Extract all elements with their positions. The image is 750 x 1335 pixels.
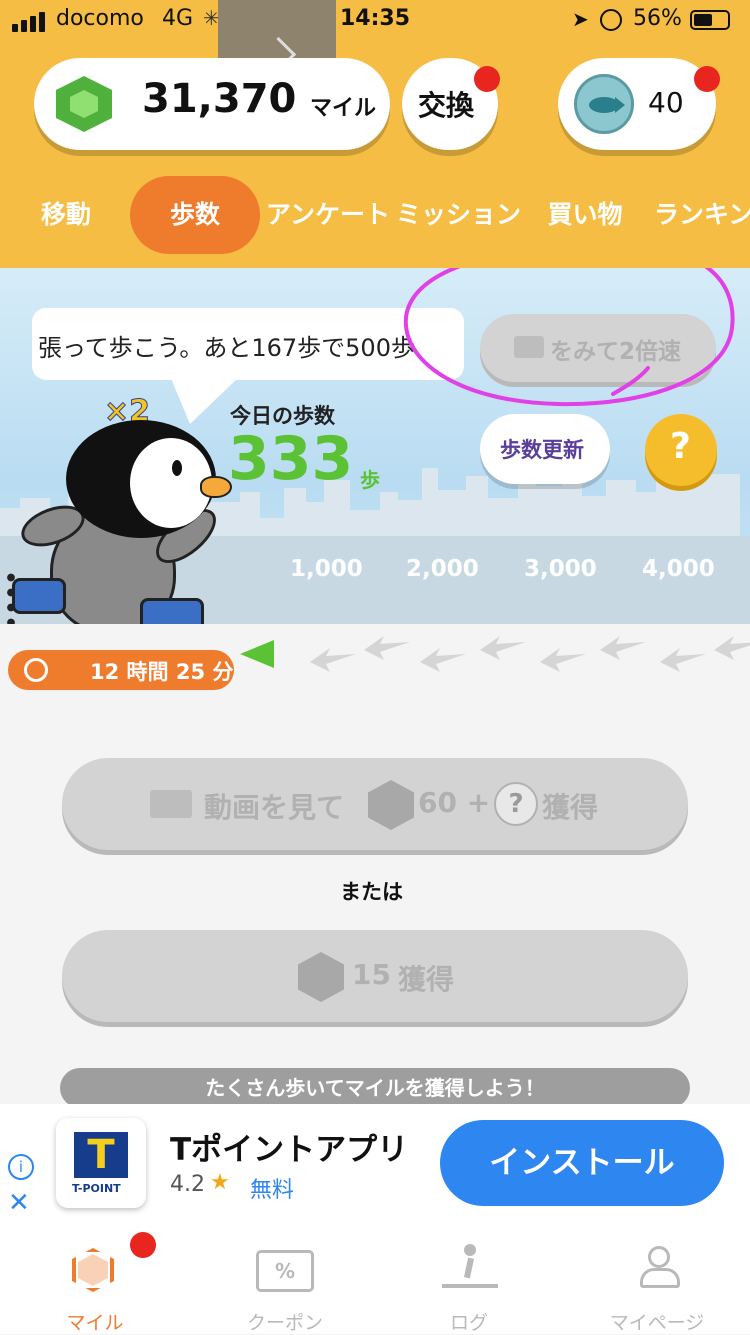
tab-steps[interactable]: 歩数 [130, 176, 260, 254]
star-icon: ★ [210, 1170, 230, 1195]
carrier-name: docomo [56, 6, 144, 31]
miles-unit: マイル [310, 96, 377, 121]
rotation-lock-icon [600, 9, 622, 31]
video-reward-value: 60 + [418, 786, 491, 819]
gem-icon [298, 952, 344, 1002]
penguin-mascot [0, 408, 240, 624]
milestone-2000: 2,000 [406, 556, 479, 582]
video-acquire-text: 獲得 [542, 791, 599, 824]
speech-text: 張って歩こう。あと167歩で500歩 [38, 334, 415, 362]
video-icon [150, 790, 192, 818]
timer-badge: 12 時間 25 分 [8, 650, 234, 690]
tab-mission[interactable]: ミッション [396, 180, 521, 250]
tab-shopping[interactable]: 買い物 [540, 180, 630, 250]
update-steps-button[interactable]: 歩数更新 [480, 414, 610, 484]
steps-scene: 張って歩こう。あと167歩で500歩 をみて2倍速 ×2 今日の歩数 333 歩… [0, 268, 750, 624]
claim-text: 獲得 [398, 963, 455, 996]
ad-rating: 4.2 [170, 1172, 205, 1197]
tab-ranking[interactable]: ランキン [654, 180, 750, 250]
ad-banner[interactable]: i ✕ T T-POINT Tポイントアプリ 4.2 ★ 無料 インストール [0, 1104, 750, 1228]
claim-reward-button[interactable]: 15 獲得 [62, 930, 688, 1022]
annotation-circle [403, 268, 735, 407]
fish-coin-icon [574, 74, 634, 134]
steps-unit: 歩 [360, 468, 380, 492]
nav-item-coupon[interactable]: % クーポン [210, 1228, 360, 1334]
tab-move[interactable]: 移動 [12, 180, 120, 250]
coin-balance[interactable]: 40 [558, 58, 716, 150]
location-icon: ➤ [572, 7, 589, 31]
install-button[interactable]: インストール [440, 1120, 724, 1206]
timer-text: 12 時間 25 分 [90, 660, 234, 684]
claim-value: 15 [352, 958, 391, 991]
miles-balance[interactable]: 31,370 マイル [34, 58, 390, 150]
exchange-notification-dot [474, 66, 500, 92]
milestone-3000: 3,000 [524, 556, 597, 582]
progress-start-marker [240, 640, 274, 668]
network-type: 4G [162, 6, 194, 31]
miles-value: 31,370 [142, 76, 297, 122]
footprints [310, 636, 750, 672]
watch-video-text: 動画を見て [204, 791, 345, 824]
clock: 14:35 [340, 6, 411, 31]
tip-banner: たくさん歩いてマイルを獲得しよう！ [60, 1068, 690, 1108]
signal-icon [12, 12, 48, 32]
milestone-4000: 4,000 [642, 556, 715, 582]
coin-notification-dot [694, 66, 720, 92]
install-label: インストール [489, 1145, 675, 1181]
status-bar: docomo 4G ✳ 14:35 ➤ 56% [0, 0, 750, 42]
ad-app-name: Tポイントアプリ [170, 1132, 409, 1168]
nav-item-mypage[interactable]: マイページ [582, 1228, 732, 1334]
ad-info-icon[interactable]: i [8, 1154, 34, 1180]
update-steps-label: 歩数更新 [500, 438, 584, 462]
watch-video-reward-button[interactable]: 動画を見て 60 + ? 獲得 [62, 758, 688, 850]
miles-nav-notification-dot [130, 1232, 156, 1258]
nav-item-log[interactable]: ログ [394, 1228, 544, 1334]
tpoint-logo: T T-POINT [56, 1118, 146, 1208]
mystery-bonus-icon: ? [494, 782, 538, 826]
or-text: または [340, 880, 403, 904]
ad-close-icon[interactable]: ✕ [8, 1188, 30, 1218]
tip-banner-text: たくさん歩いてマイルを獲得しよう！ [205, 1076, 545, 1100]
tab-survey[interactable]: アンケート [266, 180, 390, 250]
help-icon: ? [670, 426, 691, 467]
exchange-label: 交換 [418, 89, 475, 122]
gem-icon [368, 780, 414, 830]
walker-icon [442, 1244, 498, 1288]
battery-percent: 56% [633, 6, 682, 31]
coupon-icon: % [256, 1250, 314, 1292]
milestone-1000: 1,000 [290, 556, 363, 582]
ad-price: 無料 [250, 1178, 295, 1203]
category-tabs: 移動 歩数 アンケート ミッション 買い物 ランキン [0, 176, 750, 254]
stopwatch-icon [24, 658, 48, 682]
user-icon [640, 1246, 680, 1288]
steps-value: 333 [228, 424, 354, 494]
bottom-nav: マイル % クーポン ログ マイページ [0, 1228, 750, 1334]
nav-item-miles[interactable]: マイル [20, 1228, 170, 1334]
coin-count: 40 [648, 86, 684, 119]
battery-icon [690, 10, 730, 30]
app-header: docomo 4G ✳ 14:35 ➤ 56% 31,370 マイル 交換 40… [0, 0, 750, 268]
help-button[interactable]: ? [645, 414, 717, 486]
